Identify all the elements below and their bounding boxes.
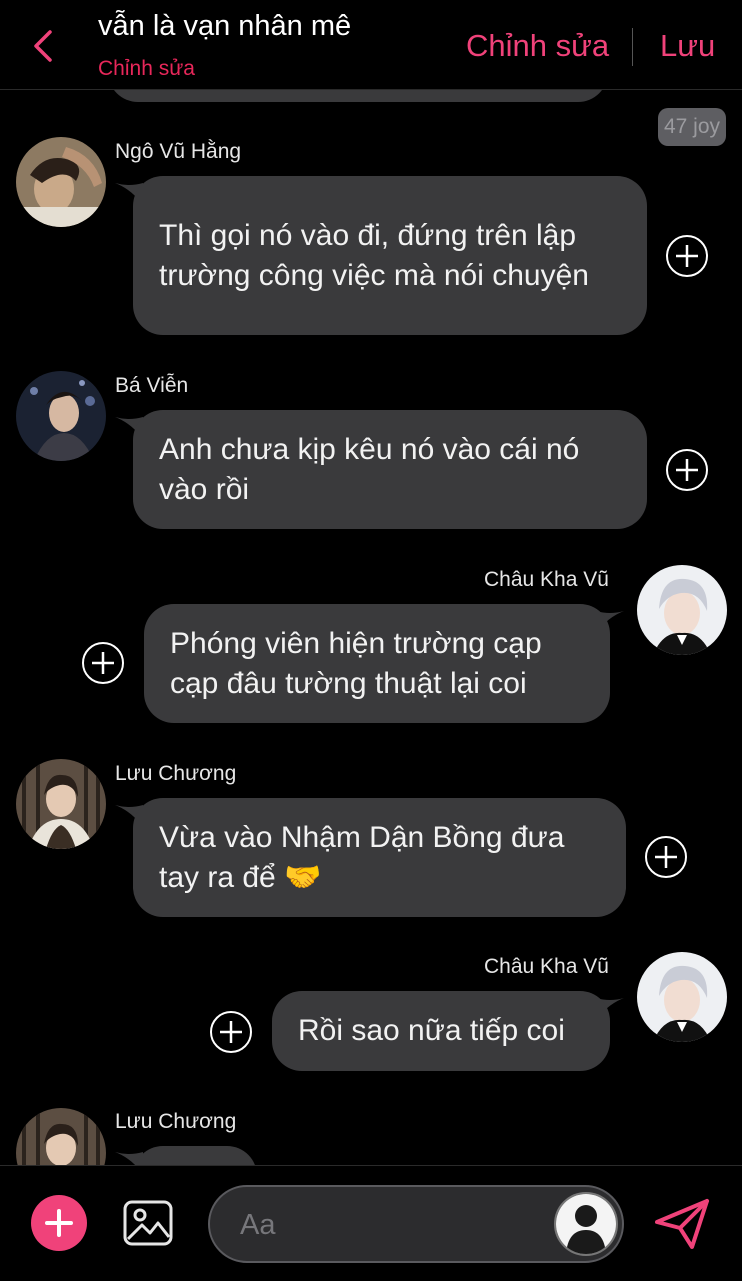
avatar[interactable] xyxy=(637,565,727,655)
image-icon[interactable] xyxy=(122,1199,174,1247)
message-bubble[interactable]: Vừa vào Nhậm Dận Bồng đưa tay ra để 🤝 xyxy=(133,798,626,917)
message-text: Anh chưa kịp kêu nó vào cái nó vào rồi xyxy=(159,432,580,506)
chat-header: vẫn là vạn nhân mê Chỉnh sửa Chỉnh sửa L… xyxy=(0,0,742,90)
message-text: Vừa vào Nhậm Dận Bồng đưa tay ra để 🤝 xyxy=(159,820,565,894)
avatar[interactable] xyxy=(16,137,106,227)
sender-avatar[interactable] xyxy=(554,1192,618,1256)
chevron-left-icon xyxy=(34,30,52,62)
plus-icon xyxy=(45,1209,73,1237)
sender-name: Lưu Chương xyxy=(115,1110,237,1133)
add-reaction-icon[interactable] xyxy=(81,641,125,685)
message-input[interactable] xyxy=(240,1207,540,1243)
message-bubble[interactable]: Anh chưa kịp kêu nó vào cái nó vào rồi xyxy=(133,410,647,529)
avatar[interactable] xyxy=(637,952,727,1042)
sender-name: Châu Kha Vũ xyxy=(484,955,609,978)
page-subtitle: Chỉnh sửa xyxy=(98,57,195,80)
message-input-container[interactable] xyxy=(208,1185,624,1263)
add-reaction-icon[interactable] xyxy=(665,448,709,492)
chat-area[interactable]: 47 joy Ngô Vũ Hằng Thì gọi nó vào đi, đứ… xyxy=(0,0,742,1165)
message-bubble[interactable] xyxy=(133,1146,257,1165)
message-text: Phóng viên hiện trường cạp cạp đâu tường… xyxy=(170,626,542,700)
divider xyxy=(632,28,633,66)
sender-name: Bá Viễn xyxy=(115,374,189,397)
message-bubble[interactable]: Thì gọi nó vào đi, đứng trên lập trường … xyxy=(133,176,647,335)
composer-bar xyxy=(0,1165,742,1281)
sender-name: Lưu Chương xyxy=(115,762,237,785)
message-bubble[interactable]: Phóng viên hiện trường cạp cạp đâu tường… xyxy=(144,604,610,723)
sender-name: Châu Kha Vũ xyxy=(484,568,609,591)
add-reaction-icon[interactable] xyxy=(209,1010,253,1054)
sender-name: Ngô Vũ Hằng xyxy=(115,140,242,163)
back-button[interactable] xyxy=(28,28,58,64)
message-bubble[interactable]: Rồi sao nữa tiếp coi xyxy=(272,991,610,1071)
message-text: Thì gọi nó vào đi, đứng trên lập trường … xyxy=(159,218,589,292)
message-text: Rồi sao nữa tiếp coi xyxy=(298,1014,565,1047)
page-title: vẫn là vạn nhân mê xyxy=(98,10,352,42)
add-button[interactable] xyxy=(31,1195,87,1251)
edit-button[interactable]: Chỉnh sửa xyxy=(466,28,609,64)
add-reaction-icon[interactable] xyxy=(665,234,709,278)
add-reaction-icon[interactable] xyxy=(644,835,688,879)
avatar[interactable] xyxy=(16,371,106,461)
send-icon[interactable] xyxy=(652,1196,712,1252)
avatar[interactable] xyxy=(16,759,106,849)
save-button[interactable]: Lưu xyxy=(660,28,715,64)
status-badge: 47 joy xyxy=(658,108,726,146)
avatar[interactable] xyxy=(16,1108,106,1165)
